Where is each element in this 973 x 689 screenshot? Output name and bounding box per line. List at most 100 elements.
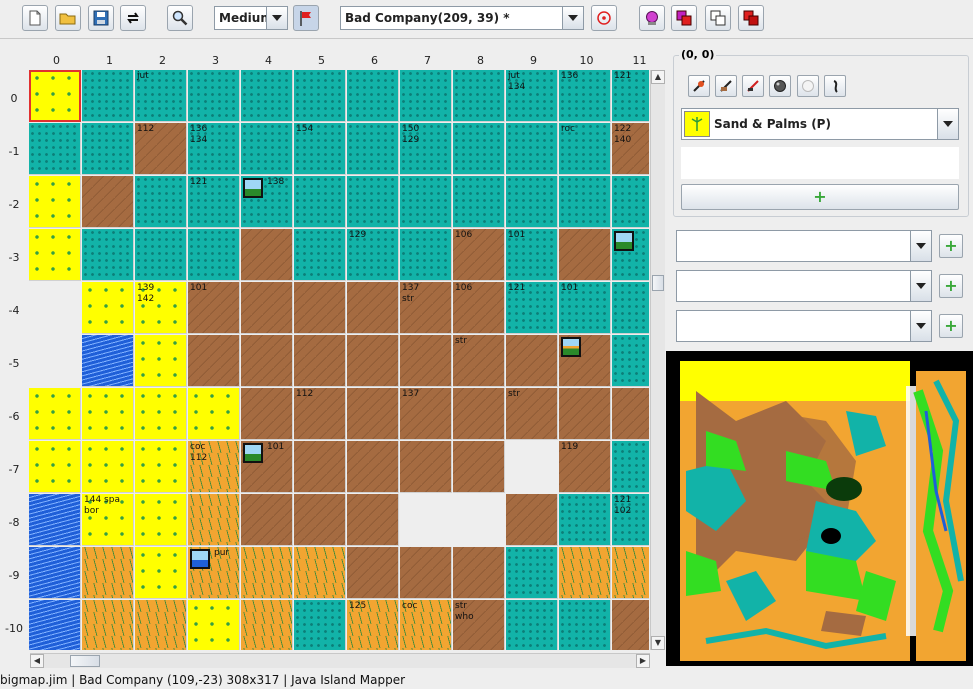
open-folder-icon[interactable] — [55, 5, 81, 31]
map-tile-dirt[interactable]: 106 — [453, 229, 505, 281]
map-tile-water[interactable] — [453, 70, 505, 122]
map-tile-wave[interactable] — [29, 547, 81, 599]
map-tile-sand[interactable] — [135, 335, 187, 387]
scroll-thumb[interactable] — [70, 655, 100, 667]
description-field[interactable] — [681, 147, 959, 179]
map-tile-orange[interactable] — [241, 547, 293, 599]
map-tile-dirt[interactable] — [612, 388, 649, 440]
map-tile-orange[interactable] — [241, 600, 293, 650]
map-tile-orange[interactable] — [82, 547, 134, 599]
map-tile-water[interactable] — [135, 229, 187, 281]
map-tile-empty[interactable] — [453, 494, 505, 546]
map-tile-water[interactable] — [506, 547, 558, 599]
map-tile-sand[interactable] — [29, 441, 81, 493]
map-tile-sand[interactable]: 144 spa bor — [82, 494, 134, 546]
map-tile-orange[interactable] — [135, 600, 187, 650]
minimap[interactable] — [666, 351, 973, 666]
player-select[interactable]: Bad Company(209, 39) * — [340, 6, 584, 30]
map-tile-dirt[interactable] — [400, 547, 452, 599]
map-tile-dirt[interactable] — [453, 388, 505, 440]
map-tile-sand[interactable] — [135, 441, 187, 493]
map-tile-orange[interactable] — [188, 494, 240, 546]
map-tile-dirt[interactable] — [347, 441, 399, 493]
chevron-down-icon[interactable] — [910, 231, 931, 261]
footprint-icon[interactable] — [824, 75, 846, 97]
map-tile-sand[interactable] — [29, 388, 81, 440]
erase-terrain-icon[interactable] — [715, 75, 737, 97]
flag-icon[interactable] — [293, 5, 319, 31]
scroll-down-icon[interactable]: ▼ — [651, 636, 665, 650]
target-icon[interactable] — [591, 5, 617, 31]
map-tile-water[interactable] — [612, 335, 649, 387]
map-tile-water[interactable]: jut — [135, 70, 187, 122]
map-tile-water[interactable] — [241, 123, 293, 175]
map-tile-water[interactable] — [188, 229, 240, 281]
palm-hut-icon[interactable] — [561, 337, 581, 357]
swap-icon[interactable] — [120, 5, 146, 31]
zoom-select[interactable]: Medium — [214, 6, 288, 30]
map-tile-water[interactable]: 154 — [294, 123, 346, 175]
map-tile-empty[interactable] — [29, 282, 81, 334]
map-tile-dirt[interactable] — [241, 388, 293, 440]
map-tile-dirt[interactable] — [347, 494, 399, 546]
map-tile-dirt[interactable] — [241, 494, 293, 546]
erase-all-icon[interactable] — [742, 75, 764, 97]
map-tile-dirt[interactable] — [241, 229, 293, 281]
map-tile-sand[interactable] — [82, 388, 134, 440]
map-tile-sand[interactable] — [135, 547, 187, 599]
map-tile-dirt[interactable] — [294, 335, 346, 387]
map-tile-dirt[interactable]: 101 — [188, 282, 240, 334]
add-extra-2-button[interactable]: + — [939, 274, 963, 298]
map-tile-dirt[interactable] — [559, 229, 611, 281]
map-tile-water[interactable] — [453, 176, 505, 228]
map-tile-dirt[interactable] — [559, 388, 611, 440]
map-tile-dirt[interactable] — [347, 388, 399, 440]
map-tile-water[interactable] — [559, 600, 611, 650]
map-tile-water[interactable] — [400, 70, 452, 122]
magnify-icon[interactable] — [167, 5, 193, 31]
map-tile-orange[interactable] — [612, 547, 649, 599]
layers-icon[interactable] — [671, 5, 697, 31]
map-tile-dirt[interactable] — [294, 494, 346, 546]
map-tile-dirt[interactable] — [294, 441, 346, 493]
save-icon[interactable] — [88, 5, 114, 31]
map-tile-sand[interactable] — [29, 70, 81, 122]
scroll-up-icon[interactable]: ▲ — [651, 70, 665, 84]
map-tile-dirt[interactable]: str — [506, 388, 558, 440]
map-tile-water[interactable]: 101 — [559, 282, 611, 334]
map-tile-water[interactable] — [612, 176, 649, 228]
map-tile-orange[interactable] — [82, 600, 134, 650]
map-tile-water[interactable]: 101 — [506, 229, 558, 281]
map-tile-dirt[interactable] — [400, 441, 452, 493]
map-tile-sand[interactable] — [82, 282, 134, 334]
map-tile-water[interactable]: roc — [559, 123, 611, 175]
map-tile-water[interactable] — [82, 123, 134, 175]
map-tile-dirt[interactable] — [347, 547, 399, 599]
map-tile-dirt[interactable]: 106 — [453, 282, 505, 334]
map-tile-dirt[interactable] — [400, 335, 452, 387]
map-tile-water[interactable] — [82, 229, 134, 281]
chevron-down-icon[interactable] — [266, 7, 287, 29]
map-tile-water[interactable]: 121 — [506, 282, 558, 334]
map-tile-dirt[interactable] — [347, 282, 399, 334]
map-tile-dirt[interactable] — [453, 547, 505, 599]
map-tile-dirt[interactable] — [506, 335, 558, 387]
chevron-down-icon[interactable] — [910, 271, 931, 301]
map-tile-orange[interactable]: pur — [188, 547, 240, 599]
map-tile-water[interactable] — [294, 229, 346, 281]
vertical-scrollbar[interactable]: ▲ ▼ — [650, 70, 665, 650]
map-tile-water[interactable] — [559, 176, 611, 228]
map-tile-dirt[interactable] — [294, 282, 346, 334]
chevron-down-icon[interactable] — [562, 7, 583, 29]
map-tile-water[interactable] — [188, 70, 240, 122]
hut-icon[interactable] — [243, 443, 263, 463]
add-extra-3-button[interactable]: + — [939, 314, 963, 338]
add-extra-1-button[interactable]: + — [939, 234, 963, 258]
map-tile-water[interactable] — [294, 70, 346, 122]
chevron-down-icon[interactable] — [937, 109, 958, 139]
fill-icon[interactable] — [738, 5, 764, 31]
map-tile-water[interactable] — [400, 176, 452, 228]
map-tile-water[interactable] — [453, 123, 505, 175]
map-tile-dirt[interactable] — [82, 176, 134, 228]
map-tile-dirt[interactable]: 137 str — [400, 282, 452, 334]
